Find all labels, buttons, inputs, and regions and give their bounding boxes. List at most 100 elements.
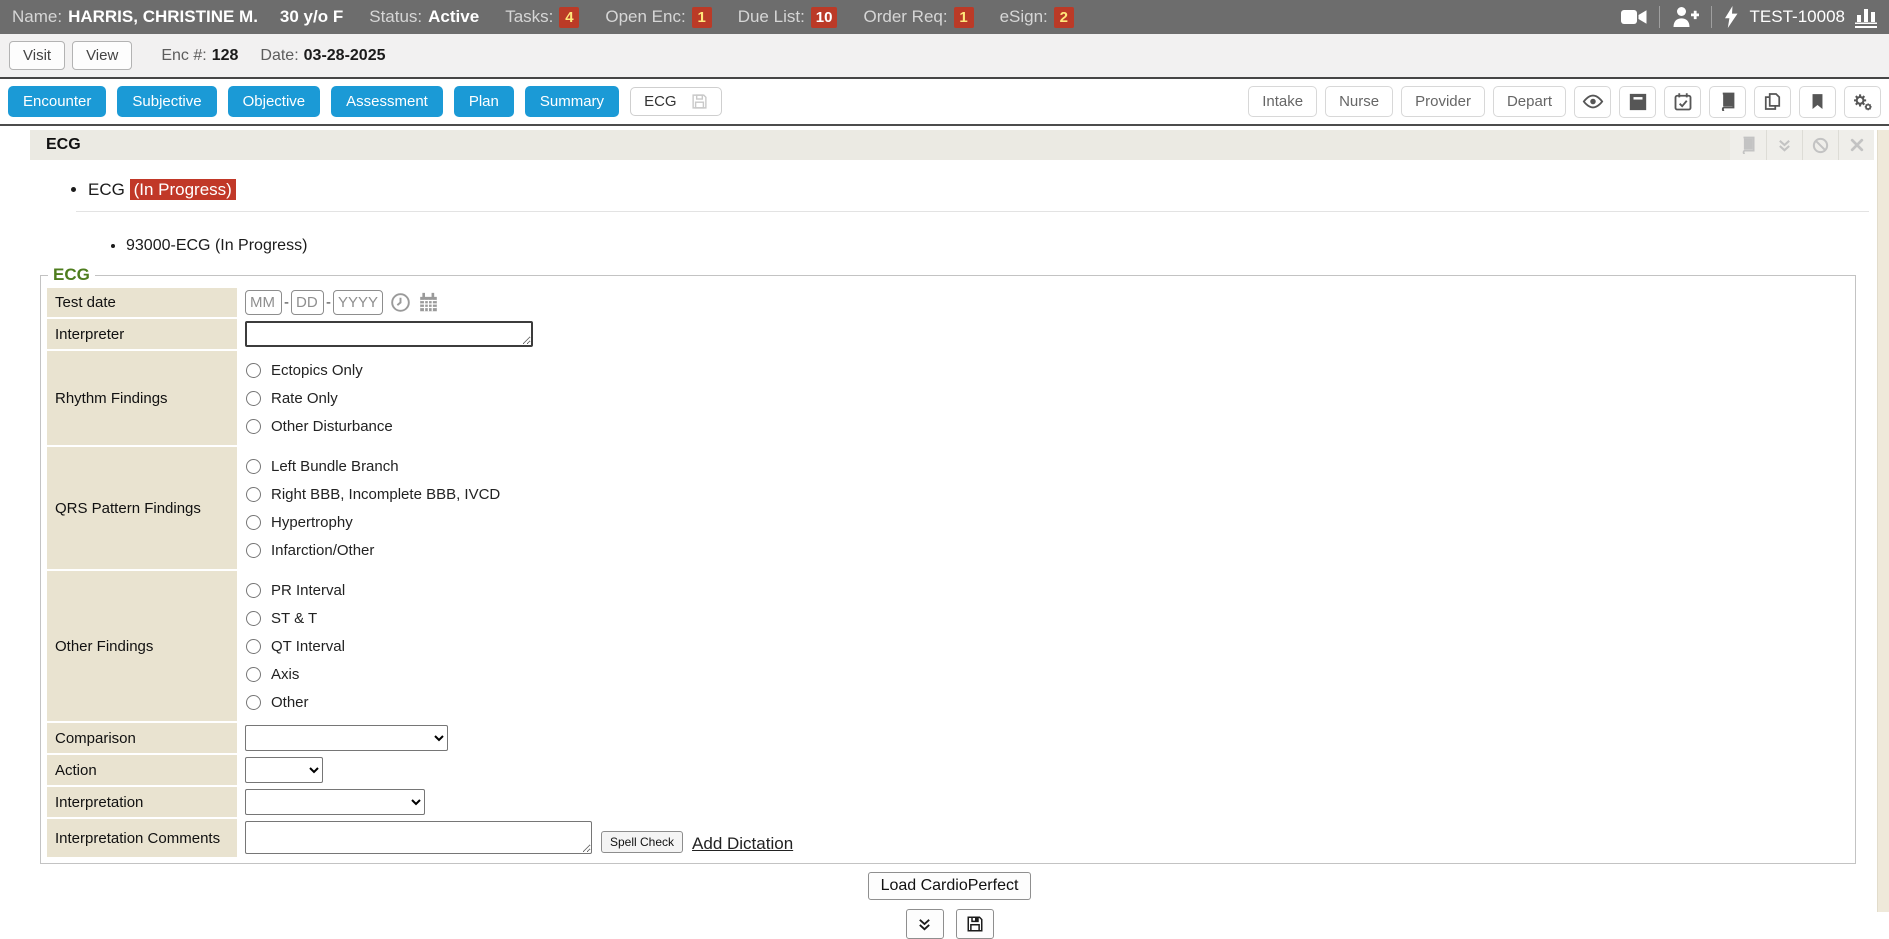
radio-option[interactable]: Other Disturbance xyxy=(245,412,393,440)
radio-button[interactable] xyxy=(246,459,261,474)
calendar-icon[interactable] xyxy=(1664,86,1701,118)
radio-option[interactable]: Axis xyxy=(245,660,299,688)
radio-button[interactable] xyxy=(246,695,261,710)
radio-option[interactable]: PR Interval xyxy=(245,576,345,604)
expand-button[interactable] xyxy=(906,909,944,939)
intake-button[interactable]: Intake xyxy=(1248,86,1317,117)
section-header-actions xyxy=(1730,130,1874,160)
ecg-form-legend: ECG xyxy=(48,265,95,285)
radio-option[interactable]: Hypertrophy xyxy=(245,508,353,536)
action-select[interactable] xyxy=(245,757,323,783)
tab-ecg-active[interactable]: ECG xyxy=(630,87,722,116)
close-icon[interactable] xyxy=(1838,130,1874,160)
ecg-section-content: ECG (In Progress) 93000-ECG (In Progress… xyxy=(0,180,1889,939)
clock-icon[interactable] xyxy=(390,292,411,313)
save-button[interactable] xyxy=(956,909,994,939)
status-value: Active xyxy=(428,7,479,27)
radio-option[interactable]: Ectopics Only xyxy=(245,356,363,384)
tab-plan[interactable]: Plan xyxy=(454,86,514,117)
scrollbar-track[interactable] xyxy=(1877,130,1889,912)
user-id: TEST-10008 xyxy=(1750,7,1845,27)
radio-button[interactable] xyxy=(246,419,261,434)
test-date-year-input[interactable] xyxy=(333,290,383,315)
interpretation-comments-input[interactable] xyxy=(245,821,592,854)
interpreter-input[interactable] xyxy=(245,321,533,347)
open-enc-badge[interactable]: 1 xyxy=(692,7,712,28)
orders-list: ECG (In Progress) xyxy=(30,180,1869,200)
radio-option[interactable]: QT Interval xyxy=(245,632,345,660)
calendar-picker-icon[interactable] xyxy=(418,292,439,313)
test-date-day-input[interactable] xyxy=(291,290,324,315)
view-button[interactable]: View xyxy=(72,41,132,70)
lightning-icon[interactable] xyxy=(1724,6,1738,28)
bar-chart-icon[interactable] xyxy=(1855,6,1877,28)
radio-button[interactable] xyxy=(246,667,261,682)
block-icon[interactable] xyxy=(1802,130,1838,160)
archive-icon[interactable] xyxy=(1619,86,1656,118)
tab-assessment[interactable]: Assessment xyxy=(331,86,443,117)
radio-option[interactable]: Rate Only xyxy=(245,384,338,412)
radio-button[interactable] xyxy=(246,363,261,378)
radio-button[interactable] xyxy=(246,543,261,558)
spell-check-button[interactable]: Spell Check xyxy=(601,831,683,853)
provider-button[interactable]: Provider xyxy=(1401,86,1485,117)
radio-button[interactable] xyxy=(246,583,261,598)
depart-button[interactable]: Depart xyxy=(1493,86,1566,117)
interpretation-label: Interpretation xyxy=(47,787,237,817)
copy-icon[interactable] xyxy=(1754,86,1791,118)
video-camera-icon[interactable] xyxy=(1621,9,1647,25)
order-req-badge[interactable]: 1 xyxy=(954,7,974,28)
interpreter-field xyxy=(239,319,1849,349)
action-field xyxy=(239,755,1849,785)
radio-option[interactable]: Infarction/Other xyxy=(245,536,374,564)
add-dictation-link[interactable]: Add Dictation xyxy=(692,834,793,854)
visit-button[interactable]: Visit xyxy=(9,41,65,70)
save-icon[interactable] xyxy=(691,93,708,110)
tab-subjective[interactable]: Subjective xyxy=(117,86,216,117)
due-list-badge[interactable]: 10 xyxy=(811,7,838,28)
radio-option[interactable]: Right BBB, Incomplete BBB, IVCD xyxy=(245,480,500,508)
person-add-icon[interactable] xyxy=(1672,6,1699,28)
load-cardioperfect-button[interactable]: Load CardioPerfect xyxy=(868,872,1032,900)
comparison-select[interactable] xyxy=(245,725,448,751)
gears-icon[interactable] xyxy=(1844,86,1881,118)
radio-label: Ectopics Only xyxy=(271,362,363,379)
esign-label: eSign: xyxy=(1000,7,1048,27)
save-icon xyxy=(966,915,984,933)
radio-label: Hypertrophy xyxy=(271,514,353,531)
radio-label: Right BBB, Incomplete BBB, IVCD xyxy=(271,486,500,503)
order-name: ECG xyxy=(88,180,125,199)
book-icon[interactable] xyxy=(1730,130,1766,160)
tab-objective[interactable]: Objective xyxy=(228,86,321,117)
interpretation-select[interactable] xyxy=(245,789,425,815)
radio-option[interactable]: Other xyxy=(245,688,309,716)
book-icon[interactable] xyxy=(1709,86,1746,118)
order-item-93000-ecg[interactable]: 93000-ECG (In Progress) xyxy=(126,237,1869,255)
radio-button[interactable] xyxy=(246,611,261,626)
radio-label: Axis xyxy=(271,666,299,683)
test-date-label: Test date xyxy=(47,288,237,317)
qrs-pattern-findings-label: QRS Pattern Findings xyxy=(47,447,237,569)
esign-badge[interactable]: 2 xyxy=(1054,7,1074,28)
tasks-badge[interactable]: 4 xyxy=(559,7,579,28)
interpretation-comments-label: Interpretation Comments xyxy=(47,819,237,857)
divider xyxy=(76,211,1869,212)
tab-encounter[interactable]: Encounter xyxy=(8,86,106,117)
bookmark-icon[interactable] xyxy=(1799,86,1836,118)
tasks-label: Tasks: xyxy=(505,7,553,27)
radio-option[interactable]: Left Bundle Branch xyxy=(245,452,399,480)
order-status-badge: (In Progress) xyxy=(130,179,236,200)
tab-summary[interactable]: Summary xyxy=(525,86,619,117)
radio-option[interactable]: ST & T xyxy=(245,604,317,632)
radio-button[interactable] xyxy=(246,391,261,406)
test-date-field: - - xyxy=(239,288,1849,317)
collapse-icon[interactable] xyxy=(1766,130,1802,160)
date-value: 03-28-2025 xyxy=(304,47,386,65)
test-date-month-input[interactable] xyxy=(245,290,282,315)
radio-button[interactable] xyxy=(246,487,261,502)
radio-button[interactable] xyxy=(246,515,261,530)
nurse-button[interactable]: Nurse xyxy=(1325,86,1393,117)
eye-icon[interactable] xyxy=(1574,86,1611,118)
radio-button[interactable] xyxy=(246,639,261,654)
order-item-ecg[interactable]: ECG (In Progress) xyxy=(88,180,1869,200)
